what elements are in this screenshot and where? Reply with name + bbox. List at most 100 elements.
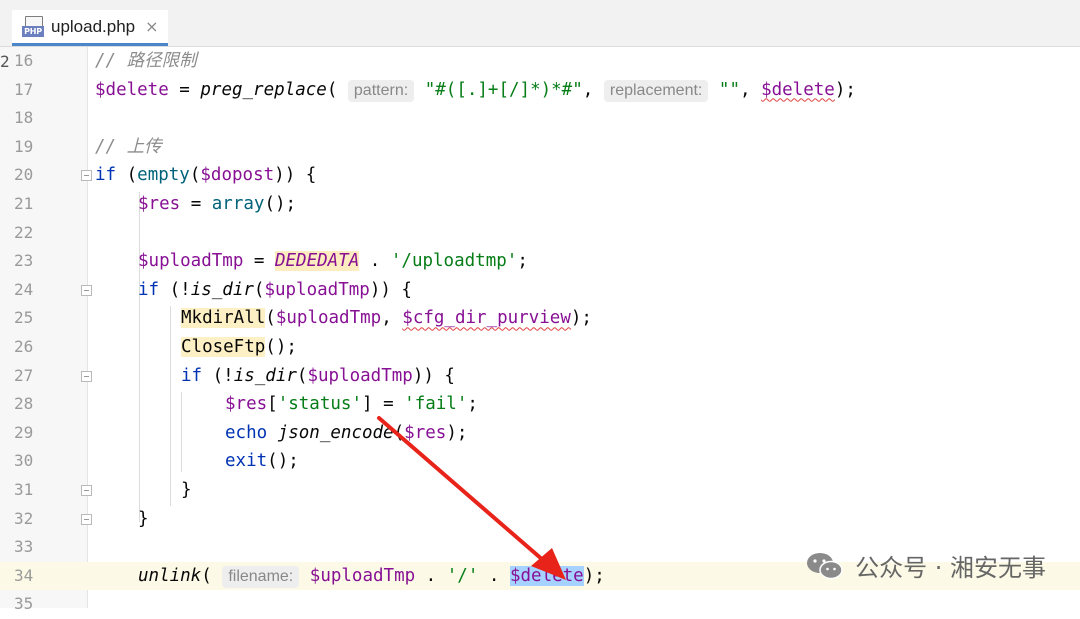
string-literal[interactable]: 'status' bbox=[278, 394, 362, 414]
punct: )) { bbox=[274, 165, 317, 186]
variable[interactable]: $dopost bbox=[200, 165, 274, 185]
code-line-21: 21 $res = array(); bbox=[0, 190, 1080, 219]
line-number: 26 bbox=[14, 337, 34, 356]
code-line-35: 35 bbox=[0, 590, 1080, 619]
variable[interactable]: $res bbox=[404, 423, 446, 443]
code-line-26: 26 CloseFtp(); bbox=[0, 333, 1080, 362]
line-number: 24 bbox=[14, 279, 34, 299]
punct: [ bbox=[267, 394, 278, 415]
terminator: ); bbox=[834, 79, 856, 100]
code-line-20: 20 if (empty($dopost)) { bbox=[0, 161, 1080, 190]
close-icon[interactable]: × bbox=[145, 17, 158, 36]
tab-upload-php[interactable]: PHP upload.php × bbox=[12, 10, 168, 46]
keyword: exit bbox=[225, 451, 268, 472]
line-number: 20 bbox=[14, 165, 34, 185]
tab-title: upload.php bbox=[51, 16, 136, 36]
line-number: 33 bbox=[14, 537, 34, 557]
punct: (! bbox=[159, 279, 191, 300]
punct: ( bbox=[116, 165, 138, 186]
keyword: if bbox=[181, 365, 203, 386]
punct: , bbox=[381, 308, 403, 329]
function-call[interactable]: array bbox=[212, 194, 265, 214]
closing-brace: } bbox=[138, 508, 149, 529]
terminator: ; bbox=[467, 394, 478, 415]
operator: = bbox=[168, 79, 201, 100]
line-number: 21 bbox=[14, 194, 34, 213]
line-number: 29 bbox=[14, 422, 34, 442]
fold-toggle-icon[interactable] bbox=[81, 284, 92, 296]
line-number: 16 bbox=[14, 51, 34, 70]
string-literal[interactable]: 'fail' bbox=[404, 394, 467, 414]
selected-variable[interactable]: $delete bbox=[509, 565, 584, 586]
fold-toggle-icon[interactable] bbox=[81, 485, 92, 496]
keyword: echo bbox=[225, 422, 268, 443]
string-literal[interactable]: '/uploadtmp' bbox=[391, 251, 517, 271]
operator: . bbox=[359, 251, 391, 272]
variable[interactable]: $uploadTmp bbox=[264, 280, 369, 300]
line-number: 18 bbox=[14, 108, 34, 128]
fold-toggle-icon[interactable] bbox=[81, 513, 92, 525]
function-call[interactable]: unlink bbox=[138, 566, 201, 586]
variable[interactable]: $uploadTmp bbox=[138, 251, 243, 271]
punct: ( bbox=[393, 422, 405, 443]
code-line-32: 32 } bbox=[0, 505, 1080, 534]
punct: (! bbox=[202, 365, 234, 386]
variable[interactable]: $res bbox=[225, 394, 267, 414]
punct: ( bbox=[201, 565, 212, 586]
fold-toggle-icon[interactable] bbox=[81, 170, 92, 182]
function-call[interactable]: json_encode bbox=[278, 423, 394, 443]
line-number: 34 bbox=[14, 565, 34, 585]
comment: // 路径限制 bbox=[95, 51, 197, 71]
watermark: 公众号 · 湘安无事 bbox=[805, 548, 1046, 583]
code-line-31: 31 } bbox=[0, 476, 1080, 505]
keyword: if bbox=[95, 165, 117, 186]
string-literal[interactable]: "#([.]+[/]*)*#" bbox=[425, 80, 583, 100]
string-literal[interactable]: '/' bbox=[447, 566, 479, 586]
code-line-30: 30 exit(); bbox=[0, 447, 1080, 476]
comma: , bbox=[582, 79, 594, 100]
code-line-22: 22 bbox=[0, 219, 1080, 248]
param-hint: filename: bbox=[222, 565, 300, 588]
wechat-icon bbox=[807, 552, 843, 579]
function-call[interactable]: is_dir bbox=[234, 366, 297, 386]
variable[interactable]: $delete bbox=[761, 80, 835, 100]
code-line-28: 28 $res['status'] = 'fail'; bbox=[0, 390, 1080, 419]
variable[interactable]: $delete bbox=[95, 80, 169, 100]
function-call[interactable]: is_dir bbox=[191, 280, 254, 300]
param-hint: pattern: bbox=[347, 79, 415, 102]
param-hint: replacement: bbox=[603, 79, 709, 102]
editor-tab-bar: PHP upload.php × bbox=[0, 0, 1080, 47]
line-number: 19 bbox=[14, 136, 34, 156]
code-line-24: 24 if (!is_dir($uploadTmp)) { bbox=[0, 276, 1080, 305]
variable[interactable]: $uploadTmp bbox=[307, 366, 412, 386]
line-number: 27 bbox=[14, 365, 34, 385]
code-line-16: 16 // 路径限制 bbox=[0, 47, 1080, 76]
php-file-icon: PHP bbox=[22, 15, 44, 38]
line-number: 22 bbox=[14, 222, 34, 242]
fold-toggle-icon[interactable] bbox=[81, 370, 92, 382]
variable[interactable]: $res bbox=[138, 194, 180, 214]
code-line-19: 19 // 上传 bbox=[0, 133, 1080, 162]
function-call[interactable]: CloseFtp bbox=[181, 337, 266, 357]
function-call[interactable]: preg_replace bbox=[200, 80, 326, 100]
line-number: 35 bbox=[14, 594, 34, 614]
string-literal[interactable]: "" bbox=[719, 80, 740, 100]
terminator: ); bbox=[583, 565, 605, 586]
variable[interactable]: $uploadTmp bbox=[310, 566, 415, 586]
line-number: 25 bbox=[14, 308, 34, 328]
code-line-27: 27 if (!is_dir($uploadTmp)) { bbox=[0, 362, 1080, 391]
keyword: if bbox=[138, 279, 160, 300]
paren: ( bbox=[326, 79, 338, 100]
function-call[interactable]: MkdirAll bbox=[181, 308, 266, 329]
constant[interactable]: DEDEDATA bbox=[274, 251, 360, 272]
terminator: ); bbox=[570, 308, 592, 329]
code-line-25: 25 MkdirAll($uploadTmp, $cfg_dir_purview… bbox=[0, 304, 1080, 333]
line-number: 31 bbox=[14, 480, 34, 499]
line-number: 28 bbox=[14, 394, 34, 414]
function-call[interactable]: empty bbox=[137, 165, 190, 185]
variable[interactable]: $uploadTmp bbox=[276, 308, 381, 328]
variable[interactable]: $cfg_dir_purview bbox=[402, 308, 571, 328]
punct: ( bbox=[296, 365, 308, 386]
code-line-17: 17 $delete = preg_replace( pattern: "#([… bbox=[0, 76, 1080, 105]
